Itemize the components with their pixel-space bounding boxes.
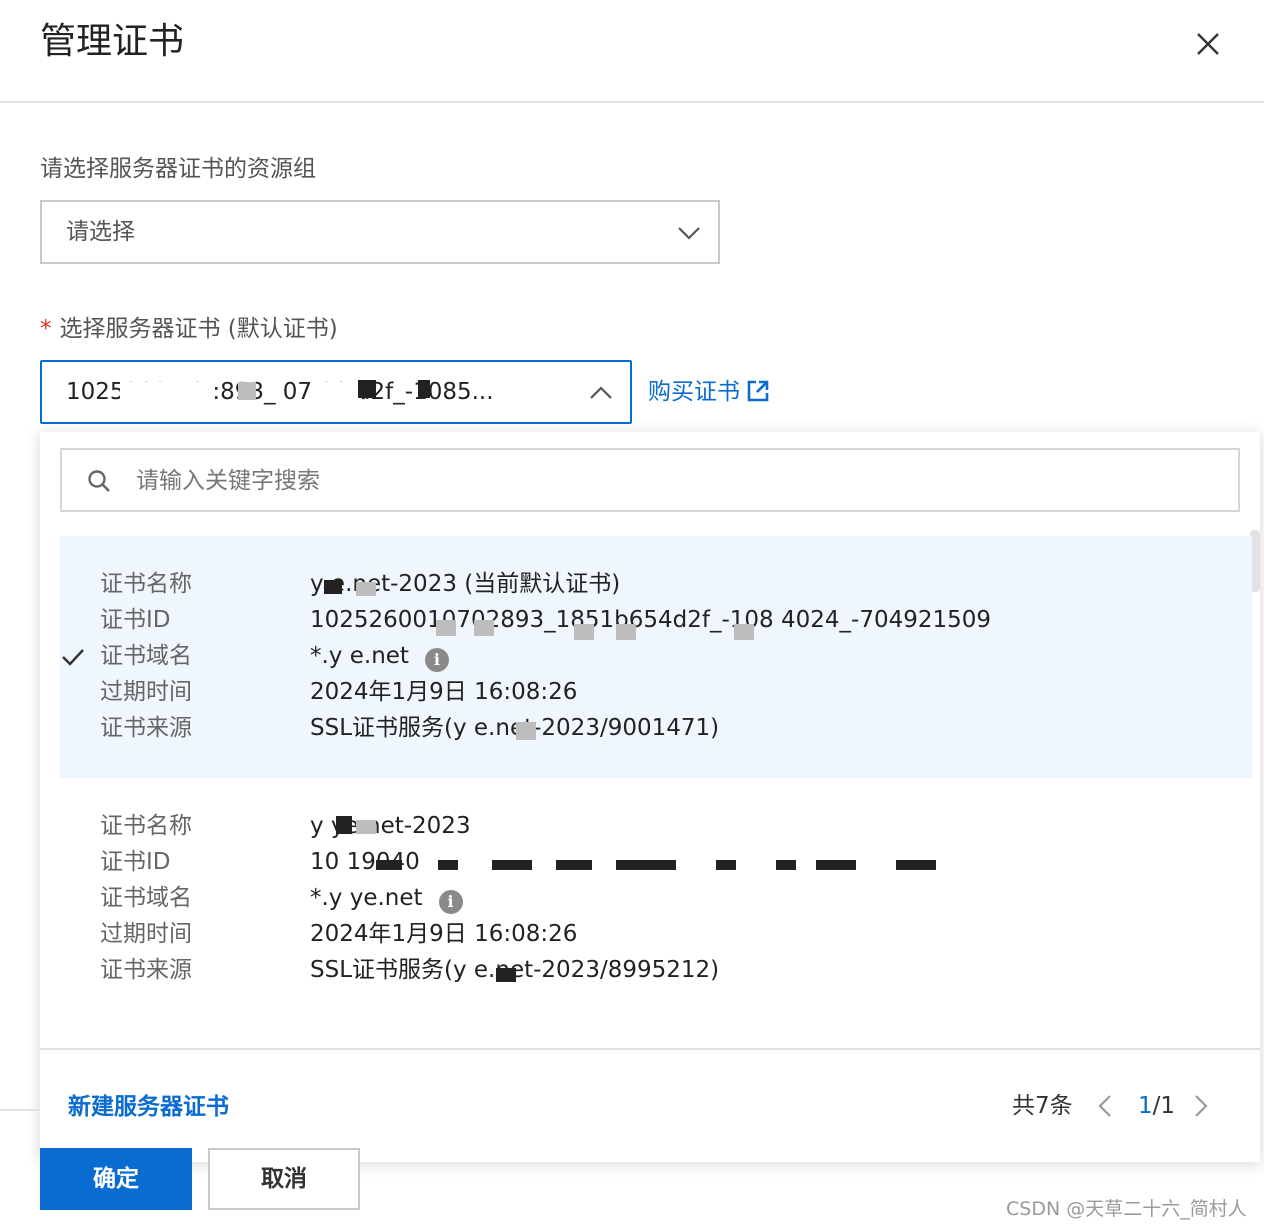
redaction-mask	[418, 380, 430, 398]
redaction-mask	[574, 624, 594, 640]
cert-source-label: 证书来源	[100, 957, 192, 983]
cert-expire-value: 2024年1月9日 16:08:26	[310, 679, 578, 705]
server-cert-label: * 选择服务器证书 (默认证书)	[40, 314, 338, 344]
cert-option[interactable]: 证书名称 y ye.net-2023 证书ID 10 19040 证书域名 *.…	[60, 778, 1252, 1020]
resource-group-placeholder: 请选择	[66, 219, 135, 245]
external-link-icon	[747, 380, 769, 402]
search-box	[60, 448, 1240, 512]
info-icon[interactable]: i	[438, 890, 463, 914]
buy-cert-link-label: 购买证书	[648, 379, 740, 405]
cert-source-label: 证书来源	[100, 715, 192, 741]
redaction-mask	[516, 722, 536, 740]
watermark: CSDN @天草二十六_简村人	[1006, 1198, 1247, 1220]
redaction-mask	[120, 382, 210, 400]
search-input[interactable]	[134, 456, 1218, 506]
current-page: 1	[1138, 1093, 1153, 1119]
redaction-mask	[436, 620, 456, 636]
redaction-mask	[312, 382, 362, 400]
cert-id-label: 证书ID	[100, 607, 171, 633]
info-icon[interactable]: i	[424, 648, 449, 672]
footer-divider	[0, 1109, 40, 1111]
cert-source-row: 证书来源 SSL证书服务(y e.net-2023/8995212)	[60, 952, 1252, 988]
close-button[interactable]	[1186, 22, 1230, 66]
cert-domain-row: 证书域名 *.y ye.net i	[60, 880, 1252, 916]
redaction-mask	[616, 860, 676, 870]
cert-name-label: 证书名称	[100, 571, 192, 597]
redaction-mask	[356, 582, 376, 596]
cert-id-label: 证书ID	[100, 849, 171, 875]
cert-expire-row: 过期时间 2024年1月9日 16:08:26	[60, 674, 1252, 710]
redaction-mask	[324, 580, 342, 594]
cert-domain-value: *.y e.net	[310, 643, 409, 669]
chevron-left-icon[interactable]	[1096, 1094, 1116, 1118]
cert-expire-label: 过期时间	[100, 679, 192, 705]
cert-id-value: 10 19040	[310, 849, 420, 875]
cert-domain-label: 证书域名	[100, 643, 192, 669]
redaction-mask	[358, 380, 376, 398]
chevron-down-icon	[678, 227, 700, 240]
redaction-mask	[716, 860, 736, 870]
cert-domain-value-wrap: *.y ye.net i	[310, 880, 463, 916]
redaction-mask	[734, 624, 754, 640]
cert-dropdown-panel: 证书名称 y e.net-2023 (当前默认证书) 证书ID 10252600…	[40, 432, 1260, 1162]
redaction-mask	[492, 860, 532, 870]
chevron-up-icon	[590, 386, 612, 399]
cancel-button[interactable]: 取消	[208, 1148, 360, 1210]
page-indicator: 1/1	[1138, 1088, 1175, 1124]
cert-name-row: 证书名称 y ye.net-2023	[60, 808, 1252, 844]
cert-option[interactable]: 证书名称 y e.net-2023 (当前默认证书) 证书ID 10252600…	[60, 536, 1252, 778]
cert-expire-value: 2024年1月9日 16:08:26	[310, 921, 578, 947]
cert-name-label: 证书名称	[100, 813, 192, 839]
redaction-mask	[556, 860, 592, 870]
new-server-cert-link[interactable]: 新建服务器证书	[68, 1092, 229, 1122]
search-icon	[88, 470, 110, 492]
redaction-mask	[496, 968, 516, 982]
cert-id-value: 1025260010702893_1851b654d2f_-108 4024_-…	[310, 607, 992, 633]
cert-domain-label: 证书域名	[100, 885, 192, 911]
cert-source-row: 证书来源 SSL证书服务(y e.net-2023/9001471)	[60, 710, 1252, 746]
resource-group-select[interactable]: 请选择	[40, 200, 720, 264]
redaction-mask	[238, 382, 256, 400]
chevron-right-icon[interactable]	[1190, 1094, 1210, 1118]
redaction-mask	[376, 860, 402, 870]
redaction-mask	[816, 860, 856, 870]
redaction-mask	[896, 860, 936, 870]
total-pages: 1	[1160, 1093, 1176, 1119]
dropdown-footer-divider	[40, 1048, 1260, 1050]
cert-source-value: SSL证书服务(y e.net-2023/9001471)	[310, 715, 720, 741]
server-cert-select[interactable]: 10252021 9 :893_ 07 00 d2f_-1085...	[40, 360, 632, 424]
resource-group-label: 请选择服务器证书的资源组	[40, 156, 316, 182]
total-count: 共7条	[1012, 1093, 1073, 1119]
server-cert-label-text: 选择服务器证书 (默认证书)	[59, 316, 338, 342]
cert-domain-row: 证书域名 *.y e.net i	[60, 638, 1252, 674]
cert-name-row: 证书名称 y e.net-2023 (当前默认证书)	[60, 566, 1252, 602]
header-divider	[0, 101, 1264, 103]
dialog-title: 管理证书	[40, 21, 185, 62]
required-mark: *	[40, 316, 52, 342]
close-icon	[1197, 33, 1219, 55]
redaction-mask	[776, 860, 796, 870]
confirm-button[interactable]: 确定	[40, 1148, 192, 1210]
cert-domain-value: *.y ye.net	[310, 885, 423, 911]
redaction-mask	[474, 620, 494, 636]
cert-id-row: 证书ID 1025260010702893_1851b654d2f_-108 4…	[60, 602, 1252, 638]
redaction-mask	[438, 860, 458, 870]
cert-domain-value-wrap: *.y e.net i	[310, 638, 449, 674]
redaction-mask	[616, 624, 636, 640]
buy-cert-link[interactable]: 购买证书	[648, 376, 770, 408]
redaction-mask	[356, 820, 376, 834]
cert-name-value: y ye.net-2023	[310, 813, 471, 839]
redaction-mask	[336, 816, 352, 834]
cert-expire-row: 过期时间 2024年1月9日 16:08:26	[60, 916, 1252, 952]
cert-expire-label: 过期时间	[100, 921, 192, 947]
